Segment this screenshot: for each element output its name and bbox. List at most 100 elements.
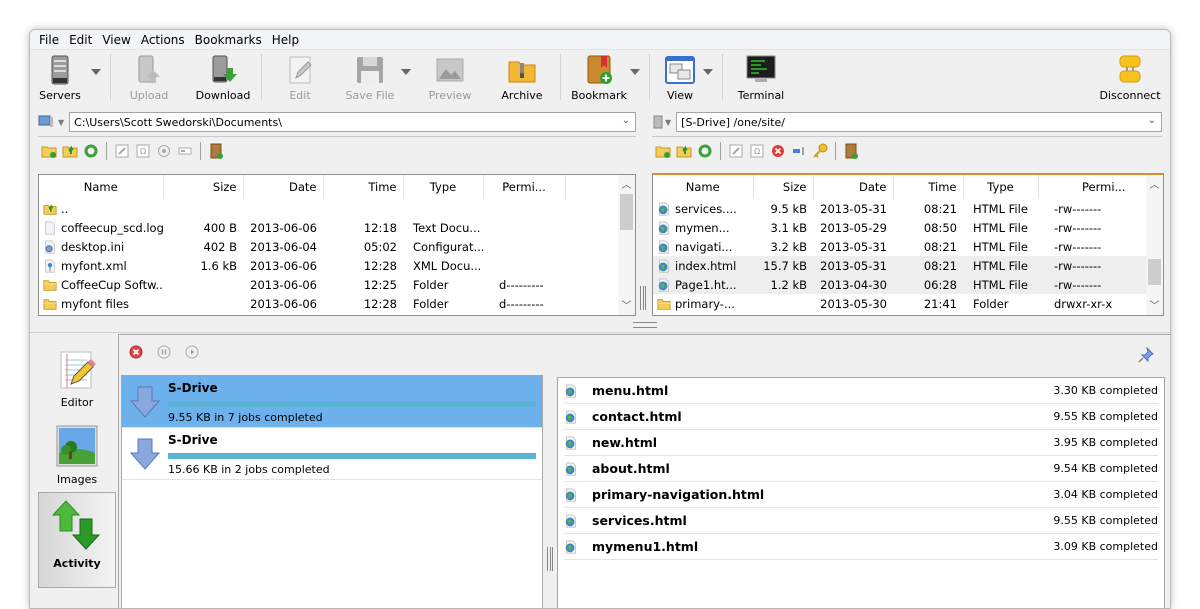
refresh-icon[interactable] <box>82 142 100 160</box>
pause-icon[interactable] <box>157 345 171 359</box>
column-header-size[interactable]: Size <box>753 175 814 199</box>
pane-splitter-handle[interactable] <box>640 286 646 310</box>
permissions-icon[interactable]: Ω <box>134 142 152 160</box>
transfer-item[interactable]: contact.html 9.55 KB completed <box>564 404 1158 430</box>
transfer-item[interactable]: about.html 9.54 KB completed <box>564 456 1158 482</box>
job-item[interactable]: S-Drive 15.66 KB in 2 jobs completed <box>122 428 542 480</box>
transfer-item[interactable]: primary-navigation.html 3.04 KB completed <box>564 482 1158 508</box>
file-row[interactable]: primary-... 2013-05-30 21:41 Folder drwxr-xr… <box>653 294 1148 313</box>
file-name-cell: Page1.ht... <box>653 275 753 294</box>
job-item[interactable]: S-Drive 9.55 KB in 7 jobs completed <box>122 376 542 428</box>
column-header-date[interactable]: Date <box>813 175 894 199</box>
archive-button[interactable]: Archive <box>492 54 552 104</box>
file-row[interactable]: CoffeeCup Softw... 2013-06-06 12:25 Folder d… <box>39 275 620 294</box>
transfer-item[interactable]: mymenu1.html 3.09 KB completed <box>564 534 1158 560</box>
sidebar-item-images[interactable]: Images <box>38 419 116 486</box>
file-row[interactable]: navigati... 3.2 kB 2013-05-31 08:21 HTML Fil… <box>653 237 1148 256</box>
properties-icon[interactable] <box>155 142 173 160</box>
remote-path-input[interactable]: [S-Drive] /one/site/ ⌄ <box>676 112 1162 132</box>
scroll-down-icon[interactable]: ﹀ <box>618 298 635 315</box>
file-row[interactable]: .. <box>39 199 620 218</box>
bookmark-button[interactable]: Bookmark <box>569 54 629 104</box>
column-header-size[interactable]: Size <box>163 175 244 199</box>
scroll-up-icon[interactable]: ︿ <box>1146 177 1163 194</box>
chevron-down-icon[interactable]: ⌄ <box>1148 115 1156 126</box>
chevron-down-icon[interactable]: ⌄ <box>622 115 630 126</box>
parent-folder-icon[interactable] <box>675 142 693 160</box>
remote-scrollbar[interactable]: ︿ ﹀ <box>1146 175 1163 315</box>
view-button[interactable]: View <box>658 54 702 104</box>
menu-actions[interactable]: Actions <box>136 33 190 47</box>
menu-file[interactable]: File <box>34 33 64 47</box>
computer-icon[interactable] <box>38 115 54 129</box>
activity-splitter-handle[interactable] <box>547 547 553 571</box>
permissions-icon[interactable]: Ω <box>748 142 766 160</box>
sidebar-item-editor[interactable]: Editor <box>38 344 116 409</box>
file-row[interactable]: index.html 15.7 kB 2013-05-31 08:21 HTML Fil… <box>653 256 1148 275</box>
field-icon[interactable] <box>176 142 194 160</box>
transfer-item[interactable]: services.html 9.55 KB completed <box>564 508 1158 534</box>
menu-view[interactable]: View <box>97 33 135 47</box>
local-path-input[interactable]: C:\Users\Scott Swedorski\Documents\ ⌄ <box>69 112 636 132</box>
scroll-down-icon[interactable]: ﹀ <box>1146 298 1163 315</box>
column-header-time[interactable]: Time <box>893 175 964 199</box>
add-bookmark-icon[interactable] <box>207 142 225 160</box>
download-button[interactable]: Download <box>193 54 253 104</box>
new-folder-icon[interactable] <box>654 142 672 160</box>
column-header-time[interactable]: Time <box>323 175 404 199</box>
parent-folder-icon[interactable] <box>61 142 79 160</box>
file-size: 1.2 kB <box>770 277 808 292</box>
menu-bookmarks[interactable]: Bookmarks <box>190 33 267 47</box>
field-icon[interactable] <box>790 142 808 160</box>
column-header-name[interactable]: Name <box>653 175 754 199</box>
disconnect-button[interactable]: Disconnect <box>1092 54 1168 104</box>
column-header-date[interactable]: Date <box>243 175 324 199</box>
edit-button[interactable]: Edit <box>270 54 330 104</box>
play-icon[interactable] <box>185 345 199 359</box>
remote-source-dropdown[interactable]: ▼ <box>665 118 671 127</box>
file-perm: drwxr-xr-x <box>1054 296 1113 311</box>
upload-button[interactable]: Upload <box>119 54 179 104</box>
view-dropdown[interactable] <box>702 54 714 104</box>
column-header-permissions[interactable]: Permi... <box>483 175 566 199</box>
column-header-permissions[interactable]: Permi... <box>1038 175 1149 199</box>
preview-button[interactable]: Preview <box>420 54 480 104</box>
scroll-thumb[interactable] <box>620 194 633 230</box>
local-source-dropdown[interactable]: ▼ <box>58 118 64 127</box>
file-row[interactable]: myfont files 2013-06-06 12:28 Folder d------… <box>39 294 620 313</box>
rename-icon[interactable] <box>727 142 745 160</box>
local-scrollbar[interactable]: ︿ ﹀ <box>618 175 635 315</box>
save-file-button[interactable]: Save File <box>340 54 400 104</box>
column-header-type[interactable]: Type <box>963 175 1039 199</box>
file-row[interactable]: Page1.ht... 1.2 kB 2013-04-30 06:28 HTML Fil… <box>653 275 1148 294</box>
column-header-name[interactable]: Name <box>39 175 164 199</box>
servers-button[interactable]: Servers <box>30 54 90 104</box>
transfer-item[interactable]: menu.html 3.30 KB completed <box>564 378 1158 404</box>
terminal-button[interactable]: Terminal <box>731 54 791 104</box>
refresh-icon[interactable] <box>696 142 714 160</box>
horizontal-splitter-handle[interactable] <box>633 322 657 328</box>
key-icon[interactable] <box>811 142 829 160</box>
menu-help[interactable]: Help <box>267 33 304 47</box>
file-row[interactable]: myfont.xml 1.6 kB 2013-06-06 12:28 XML Docu.… <box>39 256 620 275</box>
save-file-dropdown[interactable] <box>400 54 412 104</box>
file-row[interactable]: desktop.ini 402 B 2013-06-04 05:02 Configura… <box>39 237 620 256</box>
servers-dropdown[interactable] <box>90 54 102 104</box>
cancel-icon[interactable] <box>129 345 143 359</box>
column-header-type[interactable]: Type <box>403 175 484 199</box>
menu-edit[interactable]: Edit <box>64 33 97 47</box>
bookmark-dropdown[interactable] <box>629 54 641 104</box>
file-row[interactable]: mymen... 3.1 kB 2013-05-29 08:50 HTML File -r… <box>653 218 1148 237</box>
sidebar-item-activity[interactable]: Activity <box>38 492 116 588</box>
delete-icon[interactable] <box>769 142 787 160</box>
add-bookmark-icon[interactable] <box>842 142 860 160</box>
server-icon[interactable] <box>652 115 664 129</box>
rename-icon[interactable] <box>113 142 131 160</box>
pin-icon[interactable] <box>1138 347 1154 363</box>
new-folder-icon[interactable] <box>40 142 58 160</box>
scroll-thumb[interactable] <box>1148 259 1161 285</box>
file-row[interactable]: coffeecup_scd.log 400 B 2013-06-06 12:18 Tex… <box>39 218 620 237</box>
transfer-item[interactable]: new.html 3.95 KB completed <box>564 430 1158 456</box>
scroll-up-icon[interactable]: ︿ <box>618 177 635 194</box>
file-row[interactable]: services.... 9.5 kB 2013-05-31 08:21 HTML Fi… <box>653 199 1148 218</box>
